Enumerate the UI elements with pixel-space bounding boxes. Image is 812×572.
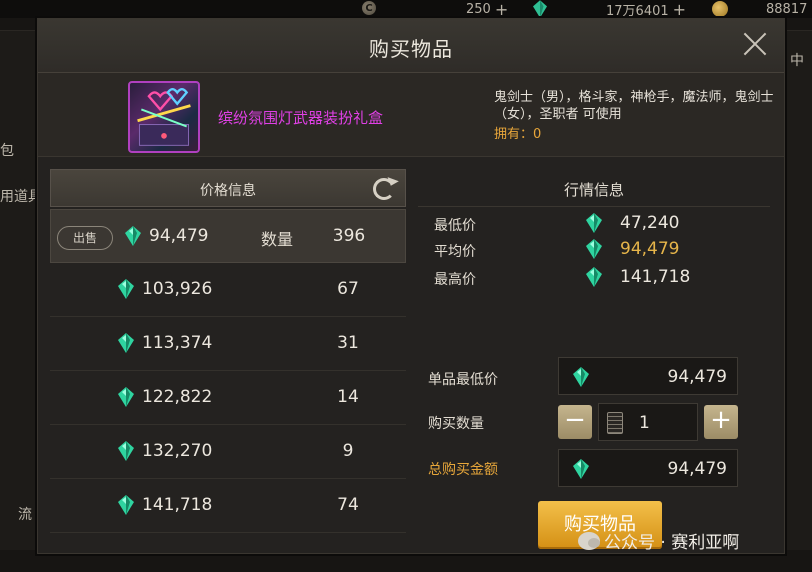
increase-quantity-button[interactable]: +: [704, 405, 738, 439]
unit-min-price-value: 94,479: [667, 367, 727, 387]
listing-price: 122,822: [142, 387, 213, 407]
avg-price-value: 94,479: [620, 239, 680, 259]
listing-qty: 31: [337, 333, 359, 353]
listing-price: 94,479: [149, 226, 209, 246]
listing-qty: 9: [342, 441, 354, 461]
gem-icon: [118, 387, 134, 407]
gem-icon: [118, 495, 134, 515]
dialog-header: 购买物品: [38, 19, 784, 73]
max-price-label: 最高价: [434, 272, 476, 288]
gem-currency-icon: [533, 0, 547, 18]
quantity-label: 数量: [261, 230, 294, 249]
total-amount-label: 总购买金额: [428, 462, 498, 478]
total-amount-field: 94,479: [558, 449, 738, 487]
gem-amount: 17万6401 +: [606, 0, 686, 19]
listing-row[interactable]: 103,926 67: [50, 263, 406, 317]
price-info-title: 价格信息: [200, 183, 256, 199]
listing-row[interactable]: 113,374 31: [50, 317, 406, 371]
wechat-icon: [578, 531, 600, 550]
background-right-panel: [785, 30, 812, 550]
gem-icon: [118, 333, 134, 353]
bg-fragment-2: 用道具: [0, 189, 42, 205]
max-price-value: 141,718: [620, 267, 691, 287]
gem-icon: [573, 459, 589, 479]
gem-icon: [118, 279, 134, 299]
listing-qty: 396: [332, 226, 366, 246]
min-price-value: 47,240: [620, 213, 680, 233]
dialog-title: 购买物品: [369, 37, 453, 61]
bg-tab-fragment: 中: [790, 53, 804, 69]
purchase-dialog: 购买物品 缤纷氛围灯武器装扮礼盒 鬼剑士（男），格斗家，神枪手，魔法师，鬼剑士（…: [37, 18, 785, 554]
listing-qty: 74: [337, 495, 359, 515]
gem-icon: [125, 226, 141, 246]
gold-coin-icon: [712, 1, 728, 17]
unit-min-price-field: 94,479: [558, 357, 738, 395]
listing-row[interactable]: 122,822 14: [50, 371, 406, 425]
market-info-title: 行情信息: [563, 181, 624, 199]
watermark-text: 公众号 · 赛利亚啊: [604, 533, 740, 553]
bg-fragment-3: 流: [18, 507, 32, 523]
listing-qty: 14: [337, 387, 359, 407]
avg-price-label: 平均价: [434, 244, 476, 260]
quantity-value[interactable]: 1: [639, 413, 650, 433]
listing-price: 132,270: [142, 441, 213, 461]
total-amount-value: 94,479: [667, 459, 727, 479]
bg-fragment-1: 包: [0, 143, 14, 159]
listing-price: 103,926: [142, 279, 213, 299]
listing-row[interactable]: 出售 94,479 数量 396: [50, 209, 406, 263]
refresh-icon[interactable]: [373, 178, 395, 200]
owned-count: 拥有：0: [494, 127, 542, 142]
gem-icon: [586, 213, 602, 233]
listing-qty: 67: [337, 279, 359, 299]
gold-amount-value: 88817: [766, 1, 808, 17]
coin-amount-value: 250: [466, 1, 491, 17]
watermark: 公众号 · 赛利亚啊: [578, 528, 739, 553]
listing-row[interactable]: 141,718 74: [50, 479, 406, 533]
coin-amount: 250 +: [466, 0, 508, 19]
quantity-input[interactable]: 1: [598, 403, 698, 441]
gem-amount-value: 17万6401: [606, 3, 669, 19]
price-info-header: 价格信息: [50, 169, 406, 207]
usable-classes: 鬼剑士（男），格斗家，神枪手，魔法师，鬼剑士（女），圣职者 可使用: [494, 90, 774, 122]
add-coin-button[interactable]: +: [495, 0, 508, 19]
unit-min-price-label: 单品最低价: [428, 372, 498, 388]
gem-icon: [586, 267, 602, 287]
listing-row[interactable]: 132,270 9: [50, 425, 406, 479]
close-icon[interactable]: [742, 31, 768, 57]
gem-icon: [573, 367, 589, 387]
item-gift-box-icon: [128, 81, 200, 153]
item-info: 缤纷氛围灯武器装扮礼盒 鬼剑士（男），格斗家，神枪手，魔法师，鬼剑士（女），圣职…: [38, 73, 784, 157]
gold-amount: 88817: [766, 0, 807, 18]
calculator-icon[interactable]: [607, 412, 623, 434]
currency-bar: C 250 + 17万6401 + 88817: [0, 0, 812, 19]
background-left-panel: [0, 30, 37, 550]
coin-icon: C: [362, 1, 376, 15]
listing-price: 141,718: [142, 495, 213, 515]
item-name: 缤纷氛围灯武器装扮礼盒: [218, 109, 384, 127]
gem-icon: [118, 441, 134, 461]
gem-icon: [586, 239, 602, 259]
sell-badge[interactable]: 出售: [57, 226, 113, 250]
market-info-header: 行情信息: [418, 169, 770, 207]
decrease-quantity-button[interactable]: −: [558, 405, 592, 439]
add-gem-button[interactable]: +: [673, 0, 686, 19]
min-price-label: 最低价: [434, 218, 476, 234]
buy-quantity-label: 购买数量: [428, 416, 484, 432]
listing-price: 113,374: [142, 333, 213, 353]
